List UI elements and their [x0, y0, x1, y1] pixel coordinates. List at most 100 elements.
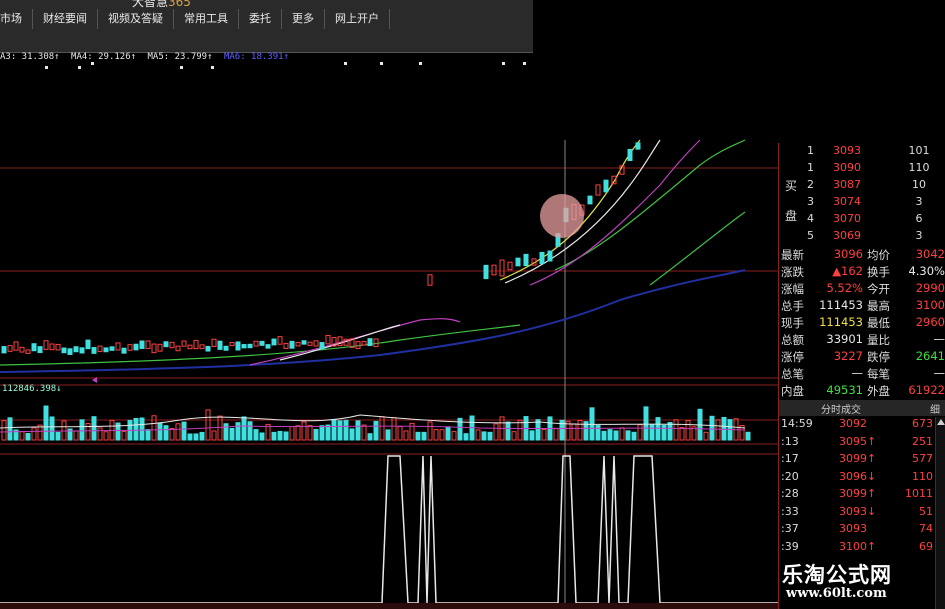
candle: [109, 346, 115, 351]
volume-bar: [463, 433, 469, 441]
menu-item-more[interactable]: 更多: [282, 9, 325, 29]
menu-item-open-account[interactable]: 网上开户: [325, 9, 390, 29]
quote-stat-row: 涨停 3227 跌停 2641: [779, 349, 945, 366]
volume-bar: [25, 432, 31, 441]
volume-bar: [601, 430, 607, 441]
volume-bar: [427, 421, 433, 441]
menu-item-entrust[interactable]: 委托: [239, 9, 282, 29]
tick-price: 3093: [839, 522, 867, 535]
candle: [253, 340, 259, 347]
order-volume: 110: [908, 161, 930, 174]
volume-bar: [397, 426, 403, 441]
volume-bar: [619, 427, 625, 441]
brand-logo: 大智慧365: [132, 0, 191, 9]
volume-bar: [511, 431, 517, 441]
stat-label: 跌停: [867, 350, 890, 364]
order-price: 3093: [833, 144, 861, 157]
volume-bar: [145, 429, 151, 441]
quote-stat-row: 内盘 49531 外盘 61922: [779, 383, 945, 400]
quote-stat-row: 涨幅 5.52% 今开 2990: [779, 281, 945, 298]
tick-time: :37: [781, 522, 799, 535]
stat-label: 今开: [867, 282, 890, 296]
candle: [603, 179, 609, 193]
order-book-row[interactable]: 1 3090 110: [779, 161, 945, 178]
ma-legend-item: MA6: 18.391↑: [223, 52, 289, 62]
candle: [547, 250, 553, 262]
stat-value: ▲162: [832, 264, 863, 278]
menu-item-finance-news[interactable]: 财经要闻: [33, 9, 98, 29]
candle: [289, 340, 295, 349]
volume-bar: [721, 416, 727, 441]
candle: [85, 339, 91, 350]
trade-tick-row: 14:59 3092 673: [779, 417, 933, 434]
candle: [169, 341, 175, 349]
stat-label: 涨停: [781, 350, 804, 364]
candle: [229, 342, 235, 347]
order-level: 4: [807, 212, 814, 225]
menu-item-market[interactable]: 市场: [0, 9, 33, 29]
volume-bar: [355, 420, 361, 441]
volume-bar: [433, 429, 439, 441]
candle: [307, 341, 313, 346]
candle: [151, 343, 157, 354]
watermark-url: www.60lt.com: [786, 586, 887, 601]
order-book-row[interactable]: 4 3070 6: [779, 212, 945, 229]
volume-bar: [247, 421, 253, 441]
order-price: 3070: [833, 212, 861, 225]
quote-stat-row: 总手 111453 最高 3100: [779, 298, 945, 315]
candle: [91, 347, 97, 354]
order-book-row[interactable]: 3 3074 3: [779, 195, 945, 212]
candle: [367, 338, 373, 347]
volume-bar: [529, 430, 535, 441]
candle: [31, 343, 37, 352]
volume-bar: [391, 417, 397, 441]
volume-bar: [55, 431, 61, 441]
candle: [25, 349, 31, 354]
tick-volume: 51: [919, 504, 933, 518]
candle: [55, 343, 61, 351]
volume-bar: [637, 424, 643, 441]
volume-bar: [493, 423, 499, 441]
volume-bar: [487, 431, 493, 441]
trades-tab-bar: 分时成交 细: [779, 400, 945, 416]
tick-time: :17: [781, 452, 799, 465]
volume-bar: [337, 420, 343, 441]
candle: [635, 142, 641, 150]
tab-time-trades[interactable]: 分时成交: [821, 401, 861, 416]
quote-stat-row: 最新 3096 均价 3042: [779, 247, 945, 264]
volume-bar: [175, 423, 181, 441]
menu-item-video-qa[interactable]: 视频及答疑: [98, 9, 174, 29]
stat-label: 每笔: [867, 367, 890, 381]
volume-bar: [1, 420, 7, 441]
candle: [217, 340, 223, 350]
volume-bar: [235, 422, 241, 441]
tick-price: 3096↓: [839, 469, 877, 483]
order-volume: 3: [915, 195, 923, 208]
stat-value: —: [851, 366, 864, 380]
volume-bar: [571, 423, 577, 441]
order-book-row[interactable]: 1 3093 101: [779, 144, 945, 161]
candle: [1, 346, 7, 354]
volume-bar: [613, 430, 619, 441]
candle: [295, 341, 301, 347]
order-book-row[interactable]: 2 3087 10: [779, 178, 945, 195]
volume-bar: [85, 422, 91, 441]
volume-bar: [133, 417, 139, 441]
candle: [193, 339, 199, 350]
stat-label: 涨跌: [781, 265, 804, 279]
candle: [427, 274, 433, 286]
candle: [97, 345, 103, 353]
candle: [259, 340, 265, 346]
tab-detail[interactable]: 细: [930, 401, 940, 416]
order-book-row[interactable]: 5 3069 3: [779, 229, 945, 246]
stat-label: 均价: [867, 248, 890, 262]
menu-item-tools[interactable]: 常用工具: [174, 9, 239, 29]
quote-panel: 买 盘 1 3093 101 1 3090 110 2 3087 10 3 3074 3 4 3070 6 5…: [778, 143, 945, 609]
volume-bar: [157, 422, 163, 441]
candle: [13, 341, 19, 351]
candle: [301, 340, 307, 345]
tick-time: 14:59: [781, 417, 813, 430]
tick-volume: 251: [912, 434, 933, 448]
volume-bar: [181, 421, 187, 441]
candle: [319, 342, 325, 350]
